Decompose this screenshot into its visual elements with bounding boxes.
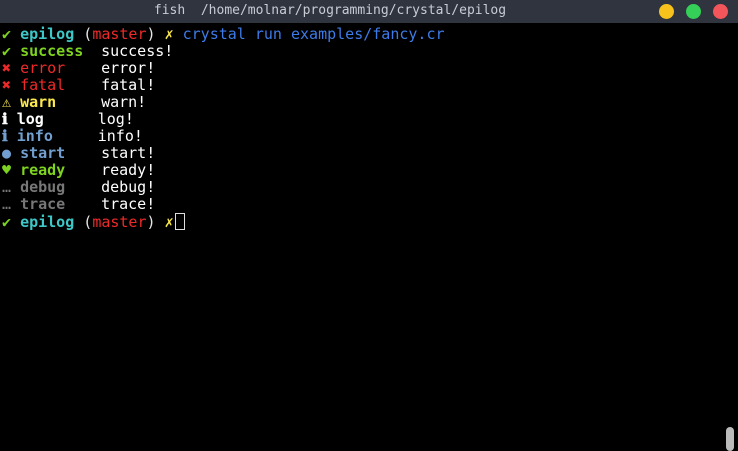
log-level: fatal xyxy=(20,76,66,94)
error-cross-icon: ✖ xyxy=(2,59,12,77)
git-branch: master xyxy=(92,25,147,43)
info-icon: ℹ xyxy=(2,127,8,145)
prompt-line: ✔ epilog (master) ✗ crystal run examples… xyxy=(2,26,445,43)
start-dot-icon: ● xyxy=(2,144,12,162)
warning-icon: ⚠ xyxy=(2,93,12,111)
log-level: info xyxy=(16,127,53,145)
fatal-cross-icon: ✖ xyxy=(2,76,12,94)
close-button[interactable] xyxy=(713,4,728,19)
log-level: start xyxy=(20,144,66,162)
prompt-directory: epilog xyxy=(20,213,75,231)
prompt-line: ✔ epilog (master) ✗ xyxy=(2,213,185,231)
log-line: ✔ success success! xyxy=(2,43,173,60)
log-level: debug xyxy=(20,178,66,196)
log-message: ready! xyxy=(101,161,156,179)
title-bar: fish /home/molnar/programming/crystal/ep… xyxy=(0,0,738,23)
branch-open-paren: ( xyxy=(83,213,93,231)
command-text: crystal run examples/fancy.cr xyxy=(182,25,445,43)
log-level: trace xyxy=(20,195,66,213)
log-message: info! xyxy=(97,127,143,145)
log-line: … debug debug! xyxy=(2,179,155,196)
log-level: ready xyxy=(20,161,66,179)
terminal-output[interactable]: ✔ epilog (master) ✗ crystal run examples… xyxy=(0,23,738,451)
window-title: fish /home/molnar/programming/crystal/ep… xyxy=(153,3,507,18)
log-message: trace! xyxy=(101,195,156,213)
log-line: … trace trace! xyxy=(2,196,155,213)
terminal-cursor[interactable] xyxy=(174,213,185,230)
log-line: ✖ fatal fatal! xyxy=(2,77,155,94)
git-dirty-icon: ✗ xyxy=(164,25,174,43)
git-branch: master xyxy=(92,213,147,231)
log-line: ⚠ warn warn! xyxy=(2,94,146,111)
log-line: ℹ log log! xyxy=(2,111,134,128)
log-level: log xyxy=(16,110,44,128)
log-level: success xyxy=(20,42,84,60)
log-level: error xyxy=(20,59,66,77)
log-line: ✖ error error! xyxy=(2,60,155,77)
log-line: ♥ ready ready! xyxy=(2,162,155,179)
check-icon: ✔ xyxy=(2,25,12,43)
git-dirty-icon: ✗ xyxy=(164,213,174,231)
info-icon: ℹ xyxy=(2,110,8,128)
minimize-button[interactable] xyxy=(659,4,674,19)
success-check-icon: ✔ xyxy=(2,42,12,60)
ellipsis-icon: … xyxy=(2,178,12,196)
branch-close-paren: ) xyxy=(146,25,156,43)
check-icon: ✔ xyxy=(2,213,12,231)
prompt-directory: epilog xyxy=(20,25,75,43)
log-message: error! xyxy=(101,59,156,77)
branch-open-paren: ( xyxy=(83,25,93,43)
log-message: fatal! xyxy=(101,76,156,94)
log-line: ℹ info info! xyxy=(2,128,143,145)
scrollbar[interactable] xyxy=(726,427,734,451)
log-message: start! xyxy=(101,144,156,162)
branch-close-paren: ) xyxy=(146,213,156,231)
maximize-button[interactable] xyxy=(686,4,701,19)
log-line: ● start start! xyxy=(2,145,155,162)
log-message: success! xyxy=(101,42,174,60)
ellipsis-icon: … xyxy=(2,195,12,213)
log-level: warn xyxy=(20,93,57,111)
log-message: debug! xyxy=(101,178,156,196)
log-message: log! xyxy=(97,110,134,128)
log-message: warn! xyxy=(101,93,147,111)
heart-icon: ♥ xyxy=(2,161,12,179)
